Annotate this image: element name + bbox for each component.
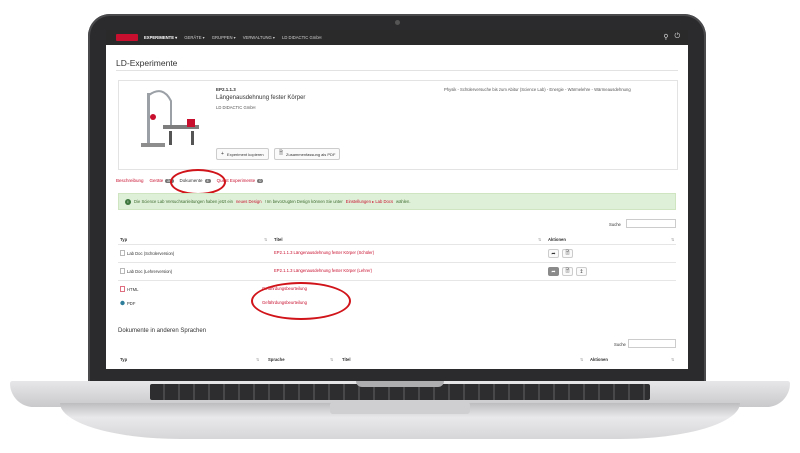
document-icon: 🗎: [279, 150, 284, 156]
copy-experiment-label: Experiment kopieren: [226, 151, 264, 157]
download-doc-button[interactable]: 🗎: [562, 249, 573, 258]
table-row-type: Lab Doc (Lehrerversion): [120, 268, 172, 274]
tab-label: Beschreibung: [116, 178, 144, 183]
experiment-title: Längenausdehnung fester Körper: [216, 95, 306, 101]
tab-label: Geräte: [149, 178, 164, 183]
share-icon: ➦: [551, 250, 556, 257]
search-label: Suche: [609, 222, 621, 227]
top-navbar: EXPERIMENTE ▾ GERÄTE ▾ GRUPPEN ▾ VERWALT…: [106, 30, 688, 45]
power-icon[interactable]: ⏻: [674, 33, 680, 41]
document-icon: 🗎: [565, 249, 570, 256]
alert-text: ! Im bevorzugten Design können Sie unter: [264, 199, 343, 204]
section-title: Dokumente in anderen Sprachen: [118, 328, 207, 334]
globe-icon: [120, 300, 125, 306]
col-header-actions: Aktionen: [590, 357, 608, 362]
main-nav: EXPERIMENTE ▾ GERÄTE ▾ GRUPPEN ▾ VERWALT…: [144, 35, 322, 40]
sort-icon[interactable]: ⇅: [671, 237, 674, 242]
col-header-language[interactable]: Sprache: [268, 357, 285, 362]
download-doc-button[interactable]: 🗎: [562, 267, 573, 276]
nav-geraete[interactable]: GERÄTE ▾: [184, 35, 204, 40]
alert-text: wählen.: [396, 199, 411, 204]
share-button[interactable]: ➦: [548, 267, 559, 276]
screen: EXPERIMENTE ▾ GERÄTE ▾ GRUPPEN ▾ VERWALT…: [106, 30, 688, 369]
experiment-company: LD DIDACTIC GmbH: [216, 105, 256, 110]
type-label: HTML: [127, 286, 139, 292]
experiment-category: Physik - Schülerversuche bis zum Abitur …: [444, 87, 631, 92]
highlight-circle-links: [251, 282, 351, 320]
file-icon: [120, 250, 125, 256]
info-icon: i: [125, 198, 131, 205]
share-button[interactable]: ➦: [548, 249, 559, 258]
nav-verwaltung[interactable]: VERWALTUNG ▾: [243, 35, 275, 40]
table-row-type: HTML: [120, 286, 138, 292]
document-icon: 🗎: [565, 267, 570, 274]
file-icon: [120, 268, 125, 274]
share-icon: ➦: [551, 268, 556, 275]
sort-icon[interactable]: ⇅: [264, 237, 267, 242]
experiment-id: EP2.1.1.3: [216, 87, 236, 92]
col-header-type[interactable]: Typ: [120, 237, 127, 242]
new-design-link[interactable]: neues Design: [236, 199, 262, 204]
plus-icon: +: [221, 151, 224, 157]
trackpad: [330, 402, 470, 414]
col-header-actions: Aktionen: [548, 237, 566, 242]
col-header-title[interactable]: Titel: [342, 357, 351, 362]
nav-company[interactable]: LD DIDACTIC GmbH: [282, 35, 322, 40]
webcam: [395, 20, 400, 25]
sort-icon[interactable]: ⇅: [580, 357, 583, 362]
topbar-icons: ⚲ ⏻: [663, 33, 680, 41]
upload-icon: ↥: [579, 268, 584, 275]
table-row-type: PDF: [120, 300, 135, 306]
sort-icon[interactable]: ⇅: [330, 357, 333, 362]
type-label: Lab Doc (Lehrerversion): [127, 268, 173, 274]
search-input[interactable]: [628, 339, 676, 348]
search-label: Suche: [614, 342, 626, 347]
sort-icon[interactable]: ⇅: [671, 357, 674, 362]
row-divider: [118, 262, 676, 263]
apparatus-image: [133, 87, 203, 159]
search-input[interactable]: [626, 219, 676, 228]
page-title: LD-Experimente: [116, 58, 178, 68]
table-row-type: Lab Doc (Schülerversion): [120, 250, 174, 256]
header-divider: [118, 244, 676, 245]
sort-icon[interactable]: ⇅: [538, 237, 541, 242]
document-link[interactable]: EP2.1.1.3 Längenausdehnung fester Körper…: [274, 268, 372, 273]
row-divider: [118, 280, 676, 281]
col-header-title[interactable]: Titel: [274, 237, 283, 242]
settings-link[interactable]: Einstellungen ▸ Lab Docs: [346, 199, 393, 204]
highlight-circle-tab: [170, 169, 226, 195]
sort-icon[interactable]: ⇅: [256, 357, 259, 362]
copy-experiment-button[interactable]: + Experiment kopieren: [216, 148, 269, 160]
type-label: Lab Doc (Schülerversion): [127, 250, 175, 256]
col-header-type[interactable]: Typ: [120, 357, 127, 362]
alert-text: Die Science Lab Versuchsanleitungen habe…: [134, 199, 233, 204]
search-icon[interactable]: ⚲: [663, 33, 668, 41]
info-alert: i Die Science Lab Versuchsanleitungen ha…: [118, 193, 676, 210]
experiment-card: EP2.1.1.3 Längenausdehnung fester Körper…: [118, 80, 678, 170]
pdf-summary-label: Zusammenfassung als PDF: [286, 151, 336, 157]
document-link[interactable]: EP2.1.1.3 Längenausdehnung fester Körper…: [274, 250, 374, 255]
tab-beschreibung[interactable]: Beschreibung: [116, 178, 144, 183]
divider: [116, 70, 678, 71]
upload-button[interactable]: ↥: [576, 267, 587, 276]
nav-gruppen[interactable]: GRUPPEN ▾: [212, 35, 236, 40]
nav-experimente[interactable]: EXPERIMENTE ▾: [144, 35, 177, 40]
ld-logo[interactable]: [116, 34, 138, 41]
lid-notch: [356, 381, 444, 387]
count-badge: 0: [257, 178, 264, 183]
html-file-icon: [120, 286, 125, 292]
pdf-summary-button[interactable]: 🗎 Zusammenfassung als PDF: [274, 148, 341, 160]
type-label: PDF: [127, 300, 136, 306]
